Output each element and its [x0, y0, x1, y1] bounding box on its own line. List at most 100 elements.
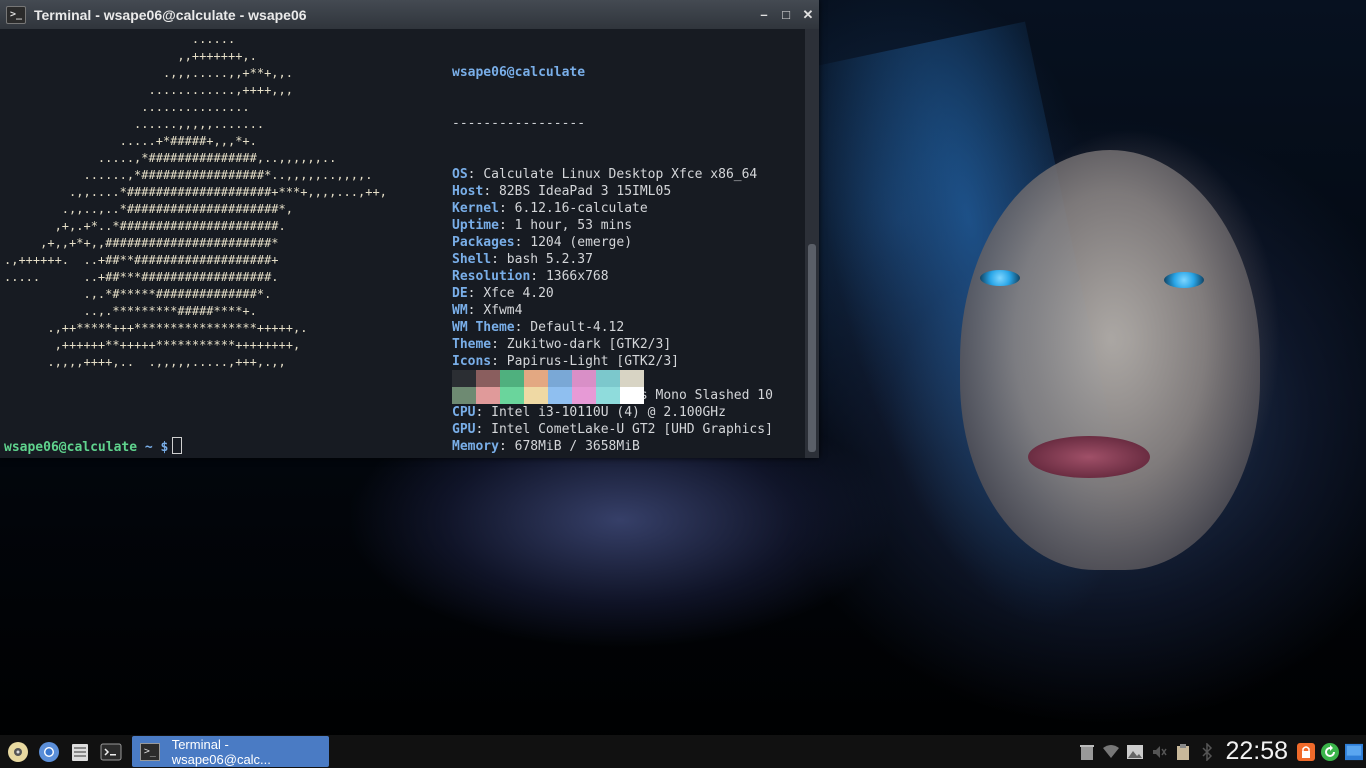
terminal-icon: >_: [6, 5, 26, 24]
window-title: Terminal - wsape06@calculate - wsape06: [34, 6, 307, 23]
maximize-button[interactable]: □: [775, 7, 797, 22]
info-row: CPU: Intel i3-10110U (4) @ 2.100GHz: [452, 405, 726, 420]
info-row: WM Theme: Default-4.12: [452, 320, 625, 335]
info-value: Zukitwo-dark [GTK2/3]: [506, 337, 672, 352]
prompt-path: ~ $: [137, 440, 169, 455]
color-palette: [452, 370, 644, 404]
scrollbar-thumb[interactable]: [808, 244, 816, 452]
info-value: Xfwm4: [483, 303, 523, 318]
prompt-user: wsape06@calculate: [4, 440, 138, 455]
info-key: Host: [452, 184, 484, 199]
clipboard-icon[interactable]: [1174, 743, 1192, 761]
minimize-button[interactable]: –: [753, 7, 775, 22]
info-row: Host: 82BS IdeaPad 3 15IML05: [452, 184, 672, 199]
color-swatch: [620, 370, 644, 387]
info-value: 82BS IdeaPad 3 15IML05: [498, 184, 672, 199]
info-key: Uptime: [452, 218, 499, 233]
clock[interactable]: 22:58: [1225, 737, 1288, 766]
info-row: Theme: Zukitwo-dark [GTK2/3]: [452, 337, 672, 352]
terminal-scrollbar[interactable]: [805, 29, 819, 458]
terminal-window[interactable]: >_ Terminal - wsape06@calculate - wsape0…: [0, 0, 819, 458]
info-value: 1204 (emerge): [530, 235, 633, 250]
taskbar-terminal-button[interactable]: >_ Terminal - wsape06@calc...: [132, 736, 329, 767]
bottom-panel: >_ Terminal - wsape06@calc... 22:58: [0, 735, 1366, 768]
volume-muted-icon[interactable]: [1150, 743, 1168, 761]
info-row: Resolution: 1366x768: [452, 269, 609, 284]
bluetooth-icon[interactable]: [1198, 742, 1216, 761]
disk-icon[interactable]: [5, 739, 31, 765]
wallpaper-lips: [1028, 436, 1150, 478]
color-swatch: [476, 370, 500, 387]
terminal-icon: >_: [140, 742, 160, 761]
color-swatch: [620, 387, 644, 404]
color-swatch: [548, 370, 572, 387]
color-swatch: [452, 387, 476, 404]
image-viewer-icon[interactable]: [1126, 743, 1144, 761]
info-key: Memory: [452, 439, 499, 454]
info-value: Intel i3-10110U (4) @ 2.100GHz: [491, 405, 726, 420]
info-key: Theme: [452, 337, 492, 352]
info-key: OS: [452, 167, 468, 182]
info-row: Shell: bash 5.2.37: [452, 252, 593, 267]
window-titlebar[interactable]: >_ Terminal - wsape06@calculate - wsape0…: [0, 0, 819, 29]
close-button[interactable]: ✕: [797, 7, 819, 23]
info-value: 1 hour, 53 mins: [514, 218, 633, 233]
info-key: CPU: [452, 405, 476, 420]
network-icon[interactable]: [1102, 743, 1120, 761]
info-row: OS: Calculate Linux Desktop Xfce x86_64: [452, 167, 758, 182]
terminal-output[interactable]: ...... ,,+++++++,. .,,,.....,,+**+,,. ..…: [0, 29, 805, 458]
info-row: Packages: 1204 (emerge): [452, 235, 633, 250]
color-swatch: [548, 387, 572, 404]
info-row: Memory: 678MiB / 3658MiB: [452, 439, 640, 454]
terminal-icon[interactable]: [98, 739, 124, 765]
color-swatch: [596, 387, 620, 404]
info-row: DE: Xfce 4.20: [452, 286, 554, 301]
trash-icon[interactable]: [1078, 743, 1096, 761]
info-separator: -----------------: [452, 116, 586, 131]
color-swatch: [572, 387, 596, 404]
palette-row-normal: [452, 370, 644, 387]
info-value: 6.12.16-calculate: [514, 201, 648, 216]
info-value: Intel CometLake-U GT2 [UHD Graphics]: [491, 422, 773, 437]
info-user-host: wsape06@calculate: [452, 65, 586, 80]
shell-prompt[interactable]: wsape06@calculate ~ $: [4, 437, 183, 455]
chromium-icon[interactable]: [36, 739, 62, 765]
taskbar-label: Terminal - wsape06@calc...: [171, 736, 271, 767]
info-row: GPU: Intel CometLake-U GT2 [UHD Graphics…: [452, 422, 773, 437]
system-tray: 22:58: [1075, 735, 1366, 768]
info-value: 1366x768: [545, 269, 609, 284]
update-icon[interactable]: [1321, 742, 1339, 761]
color-swatch: [452, 370, 476, 387]
show-desktop-icon[interactable]: [1345, 743, 1363, 761]
info-key: Packages: [452, 235, 515, 250]
info-value: Xfce 4.20: [483, 286, 554, 301]
color-swatch: [500, 387, 524, 404]
info-key: GPU: [452, 422, 476, 437]
color-swatch: [596, 370, 620, 387]
color-swatch: [476, 387, 500, 404]
info-key: WM Theme: [452, 320, 515, 335]
file-manager-icon[interactable]: [67, 739, 93, 765]
info-key: Kernel: [452, 201, 499, 216]
info-value: bash 5.2.37: [506, 252, 593, 267]
info-value: Default-4.12: [530, 320, 625, 335]
info-rows: OS: Calculate Linux Desktop Xfce x86_64 H…: [452, 166, 773, 455]
info-row: Icons: Papirus-Light [GTK2/3]: [452, 354, 679, 369]
info-key: Resolution: [452, 269, 531, 284]
info-row: WM: Xfwm4: [452, 303, 523, 318]
text-cursor: [172, 437, 183, 454]
info-row: Kernel: 6.12.16-calculate: [452, 201, 648, 216]
distro-ascii-logo: ...... ,,+++++++,. .,,,.....,,+**+,,. ..…: [4, 32, 387, 369]
info-value: 678MiB / 3658MiB: [514, 439, 640, 454]
lock-icon[interactable]: [1297, 742, 1315, 761]
color-swatch: [572, 370, 596, 387]
info-key: DE: [452, 286, 468, 301]
info-row: Uptime: 1 hour, 53 mins: [452, 218, 633, 233]
info-value: Papirus-Light [GTK2/3]: [506, 354, 679, 369]
info-key: Icons: [452, 354, 492, 369]
info-key: WM: [452, 303, 468, 318]
wallpaper-eye-left: [980, 270, 1020, 286]
palette-row-bright: [452, 387, 644, 404]
info-value: Calculate Linux Desktop Xfce x86_64: [483, 167, 758, 182]
color-swatch: [500, 370, 524, 387]
